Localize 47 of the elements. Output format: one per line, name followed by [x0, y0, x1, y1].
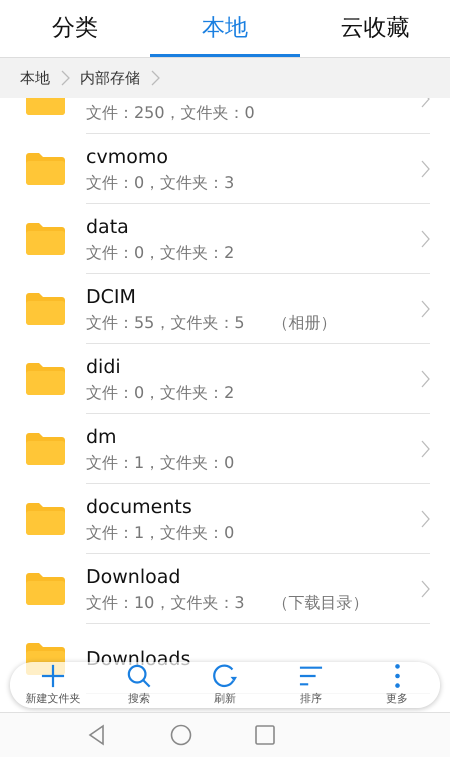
toolbar-button[interactable]: 更多: [354, 662, 440, 708]
chevron-right-icon: [420, 440, 430, 458]
toolbar-button[interactable]: 排序: [268, 662, 354, 708]
folder-name[interactable]: documents: [86, 496, 192, 518]
folder-name[interactable]: DCIM: [86, 286, 136, 308]
more-icon: [394, 664, 400, 688]
folder-icon: [26, 223, 65, 255]
folder-info: 文件：0，文件夹：3: [86, 172, 234, 194]
folder-name[interactable]: Downloads: [86, 648, 190, 670]
chevron-right-icon: [420, 370, 430, 388]
folder-name[interactable]: dm: [86, 426, 117, 448]
chevron-right-icon: [60, 70, 70, 86]
refresh-icon: [213, 664, 237, 688]
search-icon: [127, 664, 151, 688]
folder-info: 文件：1，文件夹：0: [86, 452, 234, 474]
folder-name[interactable]: cvmomo: [86, 146, 168, 168]
sort-icon: [299, 664, 323, 688]
chevron-right-icon: [420, 510, 430, 528]
plus-icon: [41, 664, 65, 688]
folder-info: 文件：1，文件夹：0: [86, 522, 234, 544]
folder-info: 文件：10，文件夹：3: [86, 592, 245, 614]
chevron-right-icon: [420, 160, 430, 178]
chevron-right-icon: [420, 230, 430, 248]
folder-icon: [26, 293, 65, 325]
home-icon[interactable]: [170, 724, 192, 746]
folder-icon: [26, 363, 65, 395]
folder-info: 文件：0，文件夹：2: [86, 242, 234, 264]
tab[interactable]: 云收藏: [300, 0, 450, 57]
folder-name[interactable]: Download: [86, 566, 180, 588]
folder-note: （下载目录）: [272, 592, 369, 614]
breadcrumb-item[interactable]: 本地: [20, 68, 50, 88]
chevron-right-icon: [420, 300, 430, 318]
folder-icon: [26, 153, 65, 185]
folder-note: （相册）: [272, 312, 337, 334]
folder-name[interactable]: didi: [86, 356, 121, 378]
breadcrumb-item[interactable]: 内部存储: [80, 68, 140, 88]
chevron-right-icon: [150, 70, 160, 86]
folder-icon: [26, 573, 65, 605]
folder-icon: [26, 433, 65, 465]
folder-info: 文件：0，文件夹：2: [86, 382, 234, 404]
chevron-right-icon: [420, 580, 430, 598]
folder-icon: [26, 503, 65, 535]
folder-info: 文件：250，文件夹：0: [86, 102, 255, 124]
folder-name[interactable]: data: [86, 216, 129, 238]
recent-apps-icon[interactable]: [254, 724, 276, 746]
folder-info: 文件：55，文件夹：5: [86, 312, 245, 334]
tab[interactable]: 分类: [0, 0, 150, 57]
